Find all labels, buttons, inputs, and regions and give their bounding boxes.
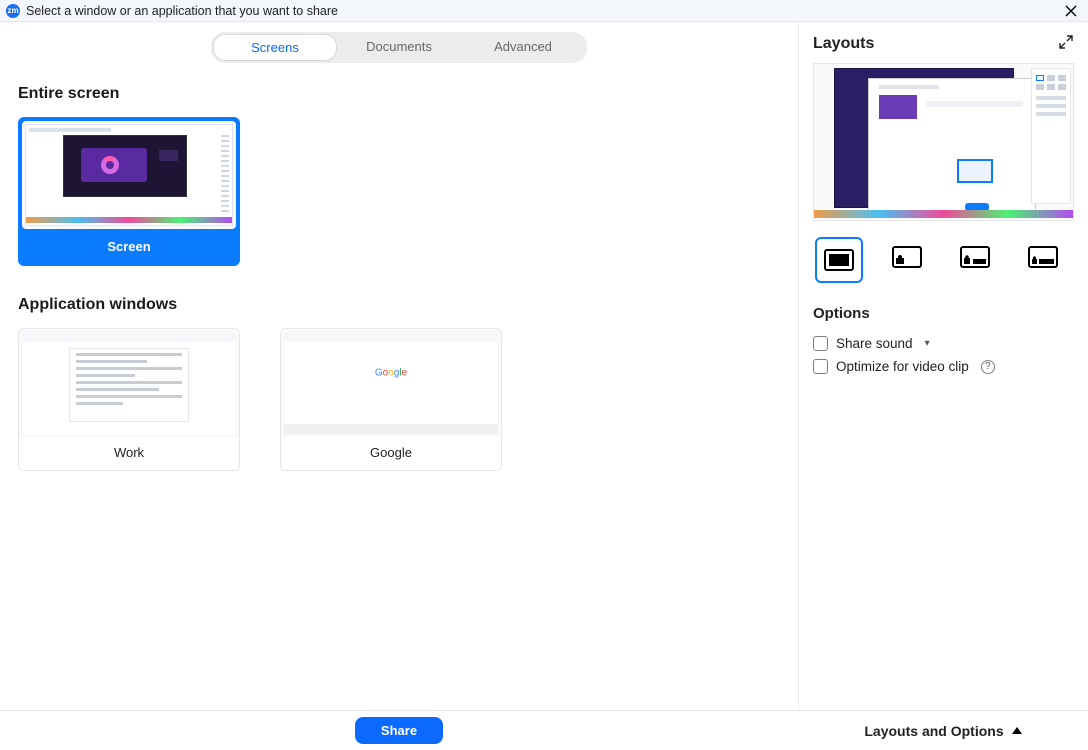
layout-mode-pip-bl[interactable] — [883, 237, 931, 277]
main-area: Screens Documents Advanced Entire screen… — [0, 22, 798, 710]
help-icon[interactable]: ? — [981, 360, 995, 374]
tab-strip-container: Screens Documents Advanced — [18, 32, 780, 63]
layout-icons — [813, 235, 1074, 299]
app-card-google-label: Google — [281, 437, 501, 470]
screen-card-label: Screen — [18, 229, 240, 266]
share-sound-checkbox[interactable] — [813, 336, 828, 351]
app-card-row: Work Google Google — [18, 328, 780, 471]
work-thumb — [19, 329, 239, 437]
screen-card-row: Screen — [18, 117, 780, 266]
tab-screens[interactable]: Screens — [213, 34, 337, 61]
layout-mode-pip-br-wide[interactable] — [1019, 237, 1067, 277]
option-share-sound[interactable]: Share sound ▾ — [813, 332, 1074, 355]
tab-advanced[interactable]: Advanced — [461, 34, 585, 61]
expand-icon[interactable] — [1058, 34, 1074, 53]
titlebar: zm Select a window or an application tha… — [0, 0, 1088, 22]
section-entire-screen: Entire screen — [18, 85, 780, 103]
sidebar-header: Layouts — [813, 34, 1074, 53]
footer-left: Share — [0, 717, 798, 744]
app-card-work[interactable]: Work — [18, 328, 240, 471]
chevron-down-icon[interactable]: ▾ — [925, 338, 930, 349]
screen-card[interactable]: Screen — [18, 117, 240, 266]
google-thumb: Google — [281, 329, 501, 437]
footer: Share Layouts and Options — [0, 710, 1088, 750]
section-app-windows: Application windows — [18, 296, 780, 314]
layouts-title: Layouts — [813, 35, 874, 53]
optimize-video-label: Optimize for video clip — [836, 359, 969, 374]
layout-mode-full[interactable] — [815, 237, 863, 283]
options-title: Options — [813, 305, 1074, 322]
title-text: Select a window or an application that y… — [26, 4, 338, 18]
close-icon[interactable] — [1060, 0, 1082, 22]
app-card-work-label: Work — [19, 437, 239, 470]
share-sound-label: Share sound — [836, 336, 913, 351]
layout-mode-pip-br-small[interactable] — [951, 237, 999, 277]
app-icon: zm — [6, 4, 20, 18]
tab-documents[interactable]: Documents — [337, 34, 461, 61]
sidebar: Layouts — [798, 22, 1088, 710]
app-card-google[interactable]: Google Google — [280, 328, 502, 471]
layouts-options-toggle[interactable]: Layouts and Options — [798, 723, 1088, 739]
option-optimize-video[interactable]: Optimize for video clip ? — [813, 355, 1074, 378]
screen-thumb — [22, 121, 236, 229]
share-button[interactable]: Share — [355, 717, 443, 744]
optimize-video-checkbox[interactable] — [813, 359, 828, 374]
layouts-options-label: Layouts and Options — [864, 723, 1003, 739]
layout-preview — [813, 63, 1074, 221]
tab-strip: Screens Documents Advanced — [211, 32, 587, 63]
triangle-up-icon — [1012, 727, 1022, 734]
